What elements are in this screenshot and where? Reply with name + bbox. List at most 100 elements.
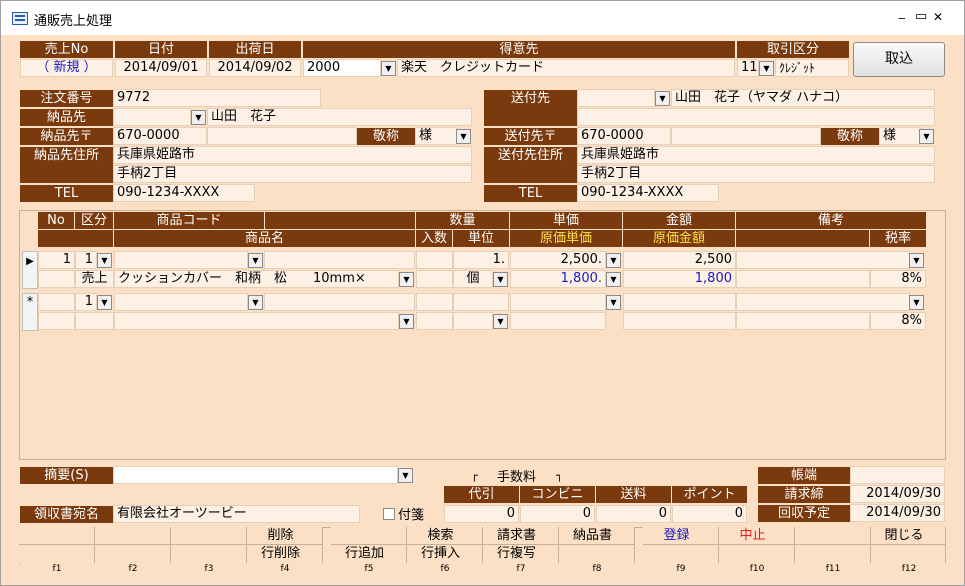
tel-field[interactable]: 090-1234-XXXX bbox=[113, 184, 255, 202]
fee-value-shipping[interactable]: 0 bbox=[596, 505, 671, 523]
shipto-address1-field[interactable]: 兵庫県姫路市 bbox=[577, 146, 935, 164]
table-row-unit[interactable] bbox=[453, 312, 493, 330]
grid-header-tax: 税率 bbox=[870, 230, 926, 247]
summary-field[interactable] bbox=[113, 466, 398, 484]
chevron-down-icon[interactable]: ▼ bbox=[248, 295, 263, 310]
date-field[interactable]: 2014/09/01 bbox=[115, 59, 207, 77]
table-row-price[interactable] bbox=[510, 293, 606, 311]
order-no-field[interactable]: 9772 bbox=[113, 89, 321, 107]
f7-invoice-button[interactable]: 請求書 行複写 bbox=[483, 527, 559, 563]
chevron-down-icon[interactable]: ▼ bbox=[456, 129, 471, 144]
address-label: 納品先住所 bbox=[20, 147, 113, 183]
table-row-irisu[interactable] bbox=[416, 293, 453, 311]
chevron-down-icon[interactable]: ▼ bbox=[493, 314, 508, 329]
chevron-down-icon[interactable]: ▼ bbox=[493, 272, 508, 287]
chevron-down-icon[interactable]: ▼ bbox=[909, 295, 924, 310]
fee-value-cod[interactable]: 0 bbox=[444, 505, 519, 523]
f5-add-row-button[interactable]: 行追加 bbox=[331, 527, 407, 563]
grid-header-note: 備考 bbox=[736, 212, 926, 229]
chevron-down-icon[interactable]: ▼ bbox=[655, 91, 670, 106]
f1-button[interactable] bbox=[19, 527, 95, 563]
table-row-no: 1 bbox=[38, 251, 75, 269]
f6-search-button[interactable]: 検索 行挿入 bbox=[407, 527, 483, 563]
table-row-cost-price[interactable] bbox=[510, 312, 606, 330]
table-row-note[interactable] bbox=[736, 293, 910, 311]
shipto-zip-field[interactable]: 670-0000 bbox=[577, 127, 671, 145]
grid-header-no: No bbox=[38, 212, 74, 229]
chevron-down-icon[interactable]: ▼ bbox=[191, 110, 206, 125]
table-row-code-ext bbox=[264, 293, 415, 311]
f3-button[interactable] bbox=[171, 527, 247, 563]
receipt-field[interactable]: 有限会社オーツービー bbox=[113, 505, 360, 523]
honorific-field[interactable]: 様 bbox=[415, 127, 457, 145]
tag-checkbox[interactable] bbox=[383, 508, 395, 520]
chevron-down-icon[interactable]: ▼ bbox=[97, 253, 112, 268]
f8-delivery-note-button[interactable]: 納品書 bbox=[559, 527, 635, 563]
table-row-kubun[interactable]: 1 bbox=[75, 251, 97, 269]
chevron-down-icon[interactable]: ▼ bbox=[919, 129, 934, 144]
chevron-down-icon[interactable]: ▼ bbox=[606, 253, 621, 268]
table-row-unit[interactable]: 個 bbox=[453, 270, 493, 288]
shipto-address2-field[interactable]: 手柄2丁目 bbox=[577, 165, 935, 183]
table-row-kubun[interactable]: 1 bbox=[75, 293, 97, 311]
table-row-tax[interactable]: 8% bbox=[870, 312, 926, 330]
f10-cancel-button[interactable]: 中止 bbox=[719, 527, 795, 563]
shipto-code-field[interactable] bbox=[577, 89, 655, 107]
f9-register-button[interactable]: 登録 bbox=[643, 527, 719, 563]
chevron-down-icon[interactable]: ▼ bbox=[606, 272, 621, 287]
close-icon[interactable]: ✕ bbox=[933, 10, 943, 24]
new-record-icon[interactable]: * bbox=[22, 293, 38, 331]
ledger-title-value bbox=[850, 466, 945, 484]
collect-field[interactable]: 2014/09/30 bbox=[850, 504, 945, 522]
chevron-down-icon[interactable]: ▼ bbox=[97, 295, 112, 310]
chevron-down-icon[interactable]: ▼ bbox=[398, 468, 413, 483]
table-row-tax[interactable]: 8% bbox=[870, 270, 926, 288]
billing-field[interactable]: 2014/09/30 bbox=[850, 485, 945, 503]
chevron-down-icon[interactable]: ▼ bbox=[909, 253, 924, 268]
f2-button[interactable] bbox=[95, 527, 171, 563]
chevron-down-icon[interactable]: ▼ bbox=[606, 295, 621, 310]
address1-field[interactable]: 兵庫県姫路市 bbox=[113, 146, 472, 164]
table-row-irisu[interactable] bbox=[416, 251, 453, 269]
f11-button[interactable] bbox=[795, 527, 871, 563]
f4-delete-button[interactable]: 削除 行削除 bbox=[247, 527, 323, 563]
chevron-down-icon[interactable]: ▼ bbox=[759, 61, 774, 76]
customer-code-field[interactable]: 2000 bbox=[303, 59, 381, 77]
shipto-honorific-field[interactable]: 様 bbox=[879, 127, 921, 145]
table-row-amount bbox=[623, 293, 736, 311]
grid-header-kubun: 区分 bbox=[75, 212, 113, 229]
trade-code-field[interactable]: 11 bbox=[737, 59, 759, 77]
fkey-label-f2: f2 bbox=[128, 564, 138, 574]
table-row-code[interactable] bbox=[114, 251, 248, 269]
chevron-down-icon[interactable]: ▼ bbox=[399, 272, 414, 287]
record-selector-current-icon[interactable]: ▶ bbox=[22, 251, 38, 289]
dest-code-field[interactable] bbox=[113, 108, 191, 126]
import-button[interactable]: 取込 bbox=[853, 42, 945, 77]
table-row-code[interactable] bbox=[114, 293, 248, 311]
sale-no-field[interactable]: （ 新規 ） bbox=[20, 59, 113, 77]
minimize-icon[interactable]: ‒ bbox=[898, 11, 906, 25]
f12-close-button[interactable]: 閉じる bbox=[871, 527, 946, 563]
chevron-down-icon[interactable]: ▼ bbox=[381, 61, 396, 76]
table-row-qty[interactable] bbox=[453, 293, 509, 311]
table-row-irisu2 bbox=[416, 270, 453, 288]
zip-field[interactable]: 670-0000 bbox=[113, 127, 207, 145]
table-row-qty[interactable]: 1. bbox=[453, 251, 509, 269]
table-row-name[interactable] bbox=[114, 312, 399, 330]
table-row-cost-price[interactable]: 1,800. bbox=[510, 270, 606, 288]
shipto-name2-field bbox=[577, 108, 935, 126]
shipto-tel-field[interactable]: 090-1234-XXXX bbox=[577, 184, 719, 202]
grid-header-code: 商品コード bbox=[114, 212, 264, 229]
ship-date-field[interactable]: 2014/09/02 bbox=[209, 59, 301, 77]
fee-value-konbini[interactable]: 0 bbox=[520, 505, 595, 523]
restore-icon[interactable]: ▭ bbox=[915, 9, 927, 24]
grid-header-code-ext bbox=[265, 212, 415, 229]
table-row-name[interactable]: クッションカバー 和柄 松 10mm× bbox=[114, 270, 399, 288]
fkey-label-f4: f4 bbox=[280, 564, 290, 574]
fee-value-point[interactable]: 0 bbox=[672, 505, 747, 523]
chevron-down-icon[interactable]: ▼ bbox=[399, 314, 414, 329]
address2-field[interactable]: 手柄2丁目 bbox=[113, 165, 472, 183]
chevron-down-icon[interactable]: ▼ bbox=[248, 253, 263, 268]
table-row-price[interactable]: 2,500. bbox=[510, 251, 606, 269]
table-row-note[interactable] bbox=[736, 251, 910, 269]
